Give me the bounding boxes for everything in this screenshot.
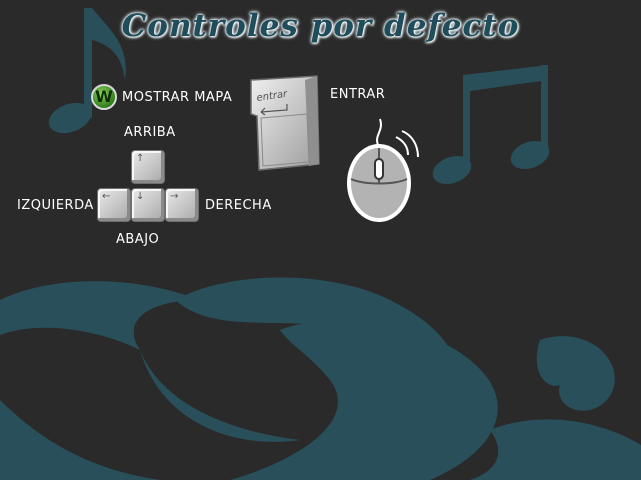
key-left: ←	[97, 188, 131, 222]
key-down: ↓	[131, 188, 165, 222]
background-decoration	[0, 8, 641, 480]
key-up: ↑	[131, 150, 165, 184]
page-title: Controles por defecto	[121, 8, 520, 44]
map-key-badge: W	[91, 84, 117, 110]
music-note-icon	[432, 65, 550, 185]
up-label: ARRIBA	[124, 125, 176, 140]
swirl-ornament	[0, 277, 641, 480]
right-label: DERECHA	[205, 198, 272, 213]
left-label: IZQUIERDA	[17, 198, 94, 213]
down-label: ABAJO	[116, 232, 160, 247]
enter-key-icon: entrar	[250, 75, 320, 171]
enter-label: ENTRAR	[330, 87, 386, 102]
key-right: →	[165, 188, 199, 222]
map-label: MOSTRAR MAPA	[122, 90, 233, 105]
mouse-icon	[347, 118, 419, 222]
